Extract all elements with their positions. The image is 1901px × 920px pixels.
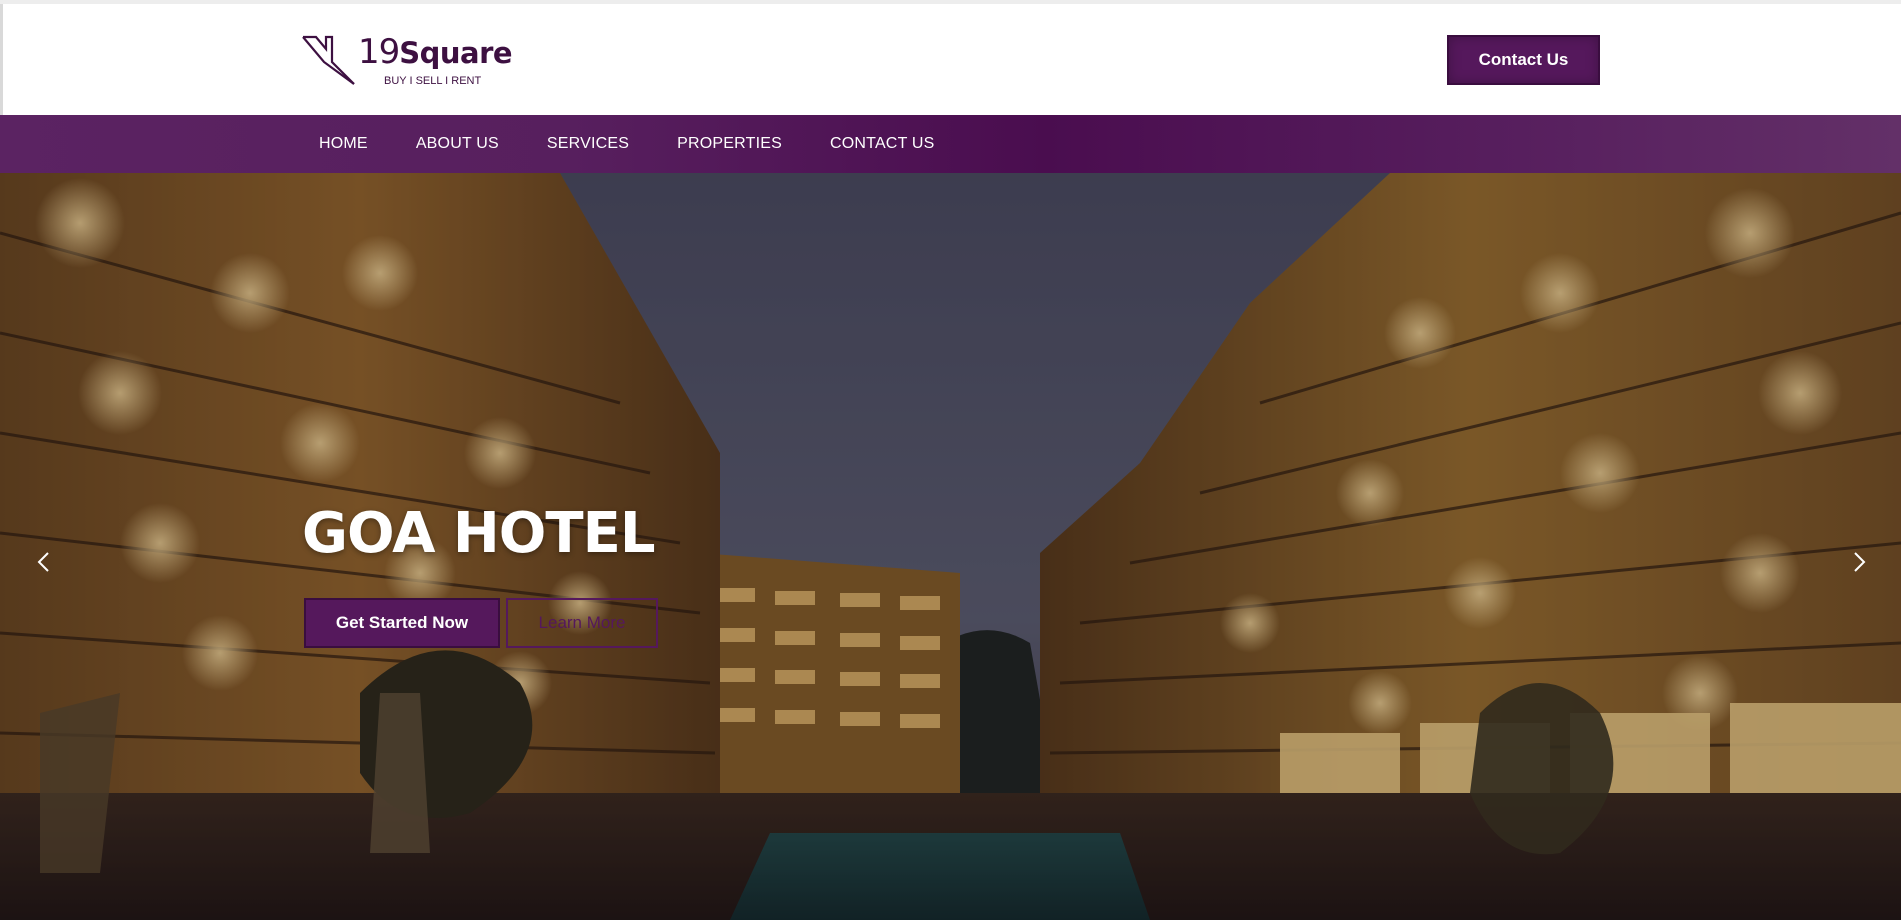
hero-background-image: [0, 173, 1901, 920]
learn-more-button[interactable]: Learn More: [506, 598, 658, 648]
nav-list: HOME ABOUT US SERVICES PROPERTIES CONTAC…: [303, 115, 967, 173]
nav-item-properties[interactable]: PROPERTIES: [661, 135, 782, 153]
get-started-button[interactable]: Get Started Now: [304, 598, 500, 648]
logo-wordmark: 19Square: [358, 32, 513, 72]
page: 19Square BUY I SELL I RENT Contact Us HO…: [0, 0, 1901, 920]
hero-slider: GOA HOTEL Get Started Now Learn More: [0, 173, 1901, 920]
site-header: 19Square BUY I SELL I RENT Contact Us: [0, 4, 1901, 119]
nav-item-contact-us[interactable]: CONTACT US: [814, 135, 935, 153]
left-edge-shade: [0, 4, 3, 119]
chevron-right-icon[interactable]: [1845, 547, 1875, 577]
main-nav: HOME ABOUT US SERVICES PROPERTIES CONTAC…: [0, 115, 1901, 173]
hero-title: GOA HOTEL: [302, 501, 656, 566]
site-logo[interactable]: 19Square BUY I SELL I RENT: [302, 32, 513, 92]
chevron-left-icon[interactable]: [28, 547, 58, 577]
nav-item-services[interactable]: SERVICES: [531, 135, 629, 153]
logo-mark-icon: [302, 35, 355, 85]
logo-number: 19: [358, 32, 400, 72]
logo-tagline: BUY I SELL I RENT: [384, 75, 482, 87]
nav-item-home[interactable]: HOME: [303, 135, 368, 153]
nav-item-about-us[interactable]: ABOUT US: [400, 135, 499, 153]
header-contact-button[interactable]: Contact Us: [1447, 35, 1600, 85]
logo-name: Square: [399, 36, 513, 70]
